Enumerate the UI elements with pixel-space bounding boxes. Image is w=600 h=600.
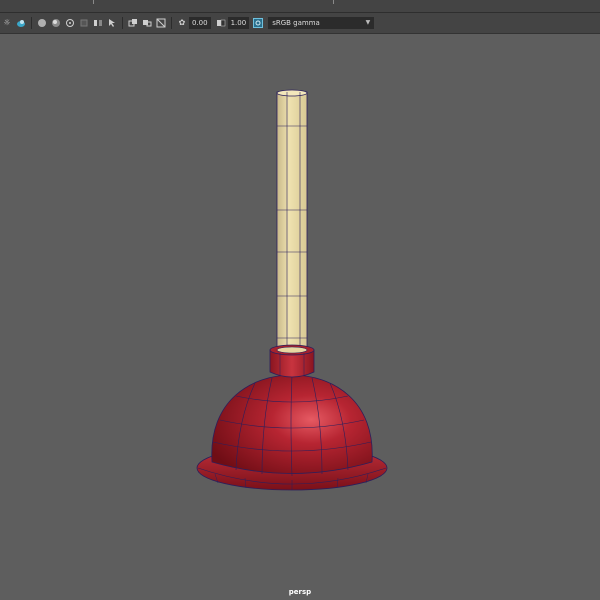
xray-icon[interactable] bbox=[79, 18, 89, 28]
chevron-down-icon: ▼ bbox=[365, 19, 371, 26]
isolate-icon[interactable] bbox=[65, 18, 75, 28]
select-icon[interactable] bbox=[93, 18, 103, 28]
plunger-cup bbox=[211, 374, 373, 477]
viewport-toolbar: ☼ ✿ 0.00 1.00 sRGB gamma ▼ bbox=[0, 13, 600, 34]
plunger-handle bbox=[276, 89, 308, 355]
color-space-dropdown[interactable]: sRGB gamma ▼ bbox=[268, 17, 375, 29]
plunger-neck bbox=[269, 344, 315, 378]
exposure-icon[interactable]: ✿ bbox=[177, 18, 187, 28]
frame-icon[interactable] bbox=[128, 18, 138, 28]
plunger-model bbox=[196, 89, 388, 491]
lighting-icon[interactable] bbox=[16, 18, 26, 28]
resolution-gate-icon[interactable] bbox=[142, 18, 152, 28]
toolbar-separator bbox=[31, 17, 32, 29]
3d-viewport[interactable]: persp bbox=[0, 34, 600, 600]
grid-toggle-icon[interactable] bbox=[156, 18, 166, 28]
gamma-field[interactable]: 1.00 bbox=[227, 17, 250, 29]
light-icon[interactable]: ☼ bbox=[2, 18, 12, 28]
menu-divider bbox=[93, 0, 94, 4]
menu-bar bbox=[0, 0, 600, 13]
toolbar-separator bbox=[171, 17, 172, 29]
toolbar-separator bbox=[122, 17, 123, 29]
hud-icon[interactable] bbox=[107, 18, 117, 28]
color-management-icon[interactable] bbox=[253, 18, 264, 28]
gamma-icon[interactable] bbox=[216, 18, 226, 28]
menu-divider bbox=[333, 0, 334, 4]
color-space-label: sRGB gamma bbox=[272, 19, 320, 27]
shaded-sphere-icon[interactable] bbox=[37, 18, 47, 28]
exposure-field[interactable]: 0.00 bbox=[189, 17, 211, 29]
textured-sphere-icon[interactable] bbox=[51, 18, 61, 28]
camera-label: persp bbox=[288, 588, 312, 596]
